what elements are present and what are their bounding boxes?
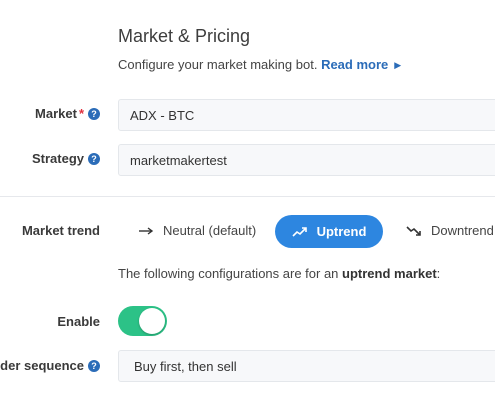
strategy-label: Strategy xyxy=(31,151,84,166)
strategy-select[interactable]: marketmakertest xyxy=(118,144,495,176)
order-sequence-value: Buy first, then sell xyxy=(134,358,237,374)
required-marker: * xyxy=(78,106,84,121)
market-trend-label: Market trend xyxy=(21,223,100,238)
enable-label-row: Enable xyxy=(57,314,100,329)
market-select[interactable]: ADX - BTC xyxy=(118,99,495,131)
info-suffix: : xyxy=(436,266,441,281)
strategy-value: marketmakertest xyxy=(130,152,227,168)
trend-option-label: Neutral (default) xyxy=(163,223,257,238)
trend-option-label: Uptrend xyxy=(316,224,367,239)
description-text: Configure your market making bot. xyxy=(118,57,318,72)
trend-option-neutral[interactable]: Neutral (default) xyxy=(138,223,256,238)
market-trend-label-row: Market trend xyxy=(22,223,100,238)
order-sequence-label-row: Order sequence ? xyxy=(0,358,100,373)
help-icon[interactable]: ? xyxy=(88,359,100,372)
read-more-link[interactable]: Read more ▶ xyxy=(321,57,401,72)
help-icon[interactable]: ? xyxy=(88,107,100,120)
trend-down-icon xyxy=(406,225,421,236)
trend-option-label: Downtrend xyxy=(431,223,494,238)
help-icon[interactable]: ? xyxy=(88,152,100,165)
enable-label: Enable xyxy=(57,314,100,329)
order-sequence-select[interactable]: Buy first, then sell xyxy=(118,350,495,382)
read-more-label: Read more xyxy=(321,57,389,72)
trend-option-downtrend[interactable]: Downtrend xyxy=(406,223,494,238)
uptrend-info-text: The following configurations are for an … xyxy=(118,266,440,281)
trend-up-icon xyxy=(292,226,307,237)
arrow-right-icon xyxy=(139,226,154,235)
info-emphasis: uptrend market xyxy=(342,266,437,281)
toggle-knob xyxy=(139,308,165,334)
trend-option-uptrend[interactable]: Uptrend xyxy=(275,215,383,248)
market-label-row: Market * ? xyxy=(35,106,100,121)
info-prefix: The following configurations are for an xyxy=(118,266,339,281)
caret-right-icon: ▶ xyxy=(394,60,402,70)
market-label: Market xyxy=(35,106,77,121)
order-sequence-label: Order sequence xyxy=(0,358,84,373)
section-divider xyxy=(0,196,495,197)
section-description: Configure your market making bot. Read m… xyxy=(118,57,401,72)
strategy-label-row: Strategy ? xyxy=(32,151,100,166)
market-value: ADX - BTC xyxy=(130,107,195,123)
enable-toggle[interactable] xyxy=(118,306,167,336)
section-title: Market & Pricing xyxy=(118,26,251,46)
